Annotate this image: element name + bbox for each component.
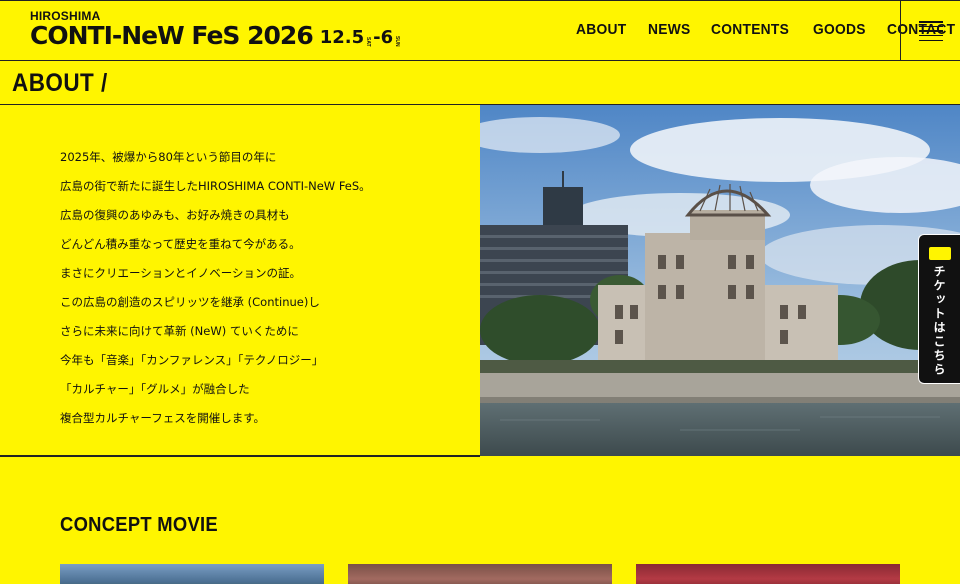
movie-thumbnail[interactable] bbox=[636, 564, 900, 584]
about-text: 2025年、被爆から80年という節目の年に 広島の街で新たに誕生したHIROSH… bbox=[60, 143, 460, 433]
date-start: 12.5 bbox=[319, 27, 365, 48]
ticket-icon bbox=[928, 247, 951, 260]
site-logo[interactable]: HIROSHIMA CONTI-NeW FeS 2026 12.5 SAT - … bbox=[30, 10, 402, 49]
section-title: ABOUT / bbox=[12, 69, 108, 97]
site-header: HIROSHIMA CONTI-NeW FeS 2026 12.5 SAT - … bbox=[0, 0, 960, 61]
concept-movie-title: CONCEPT MOVIE bbox=[60, 514, 218, 536]
about-line: 「カルチャー」「グルメ」が融合した bbox=[60, 382, 250, 396]
logo-title: CONTI-NeW FeS 2026 bbox=[30, 21, 314, 50]
about-line: 広島の復興のあゆみも、お好み焼きの具材も bbox=[60, 208, 290, 222]
section-divider bbox=[0, 455, 480, 457]
menu-button[interactable] bbox=[900, 1, 960, 61]
nav-contents[interactable]: CONTENTS bbox=[711, 21, 789, 38]
atomic-bomb-dome-photo bbox=[480, 105, 960, 456]
about-line: 複合型カルチャーフェスを開催します。 bbox=[60, 411, 266, 425]
about-line: どんどん積み重なって歴史を重ねて今がある。 bbox=[60, 237, 301, 251]
about-line: この広島の創造のスピリッツを継承 (Continue)し bbox=[60, 295, 320, 309]
date-separator: - bbox=[373, 27, 381, 48]
about-line: まさにクリエーションとイノベーションの証。 bbox=[60, 266, 302, 280]
nav-about[interactable]: ABOUT bbox=[576, 21, 626, 38]
movie-thumbnail[interactable] bbox=[348, 564, 612, 584]
date-end: 6 bbox=[380, 27, 394, 48]
nav-goods[interactable]: GOODS bbox=[813, 21, 866, 38]
about-line: 2025年、被爆から80年という節目の年に bbox=[60, 150, 277, 164]
about-line: さらに未来に向けて革新 (NeW) ていくために bbox=[60, 324, 299, 338]
section-header: ABOUT / bbox=[0, 61, 960, 105]
logo-date: 12.5 SAT - 6 SUN bbox=[320, 27, 402, 49]
day-end: SUN bbox=[394, 36, 401, 47]
hamburger-icon bbox=[918, 21, 943, 41]
ticket-button[interactable]: チケットはこちら bbox=[918, 234, 960, 384]
about-line: 今年も「音楽」「カンファレンス」「テクノロジー」 bbox=[60, 353, 324, 367]
day-start: SAT bbox=[365, 37, 372, 47]
about-line: 広島の街で新たに誕生したHIROSHIMA CONTI-NeW FeS。 bbox=[60, 179, 371, 193]
nav-news[interactable]: NEWS bbox=[648, 21, 691, 38]
movie-thumbnail[interactable] bbox=[60, 564, 324, 584]
ticket-label: チケットはこちら bbox=[932, 265, 946, 377]
